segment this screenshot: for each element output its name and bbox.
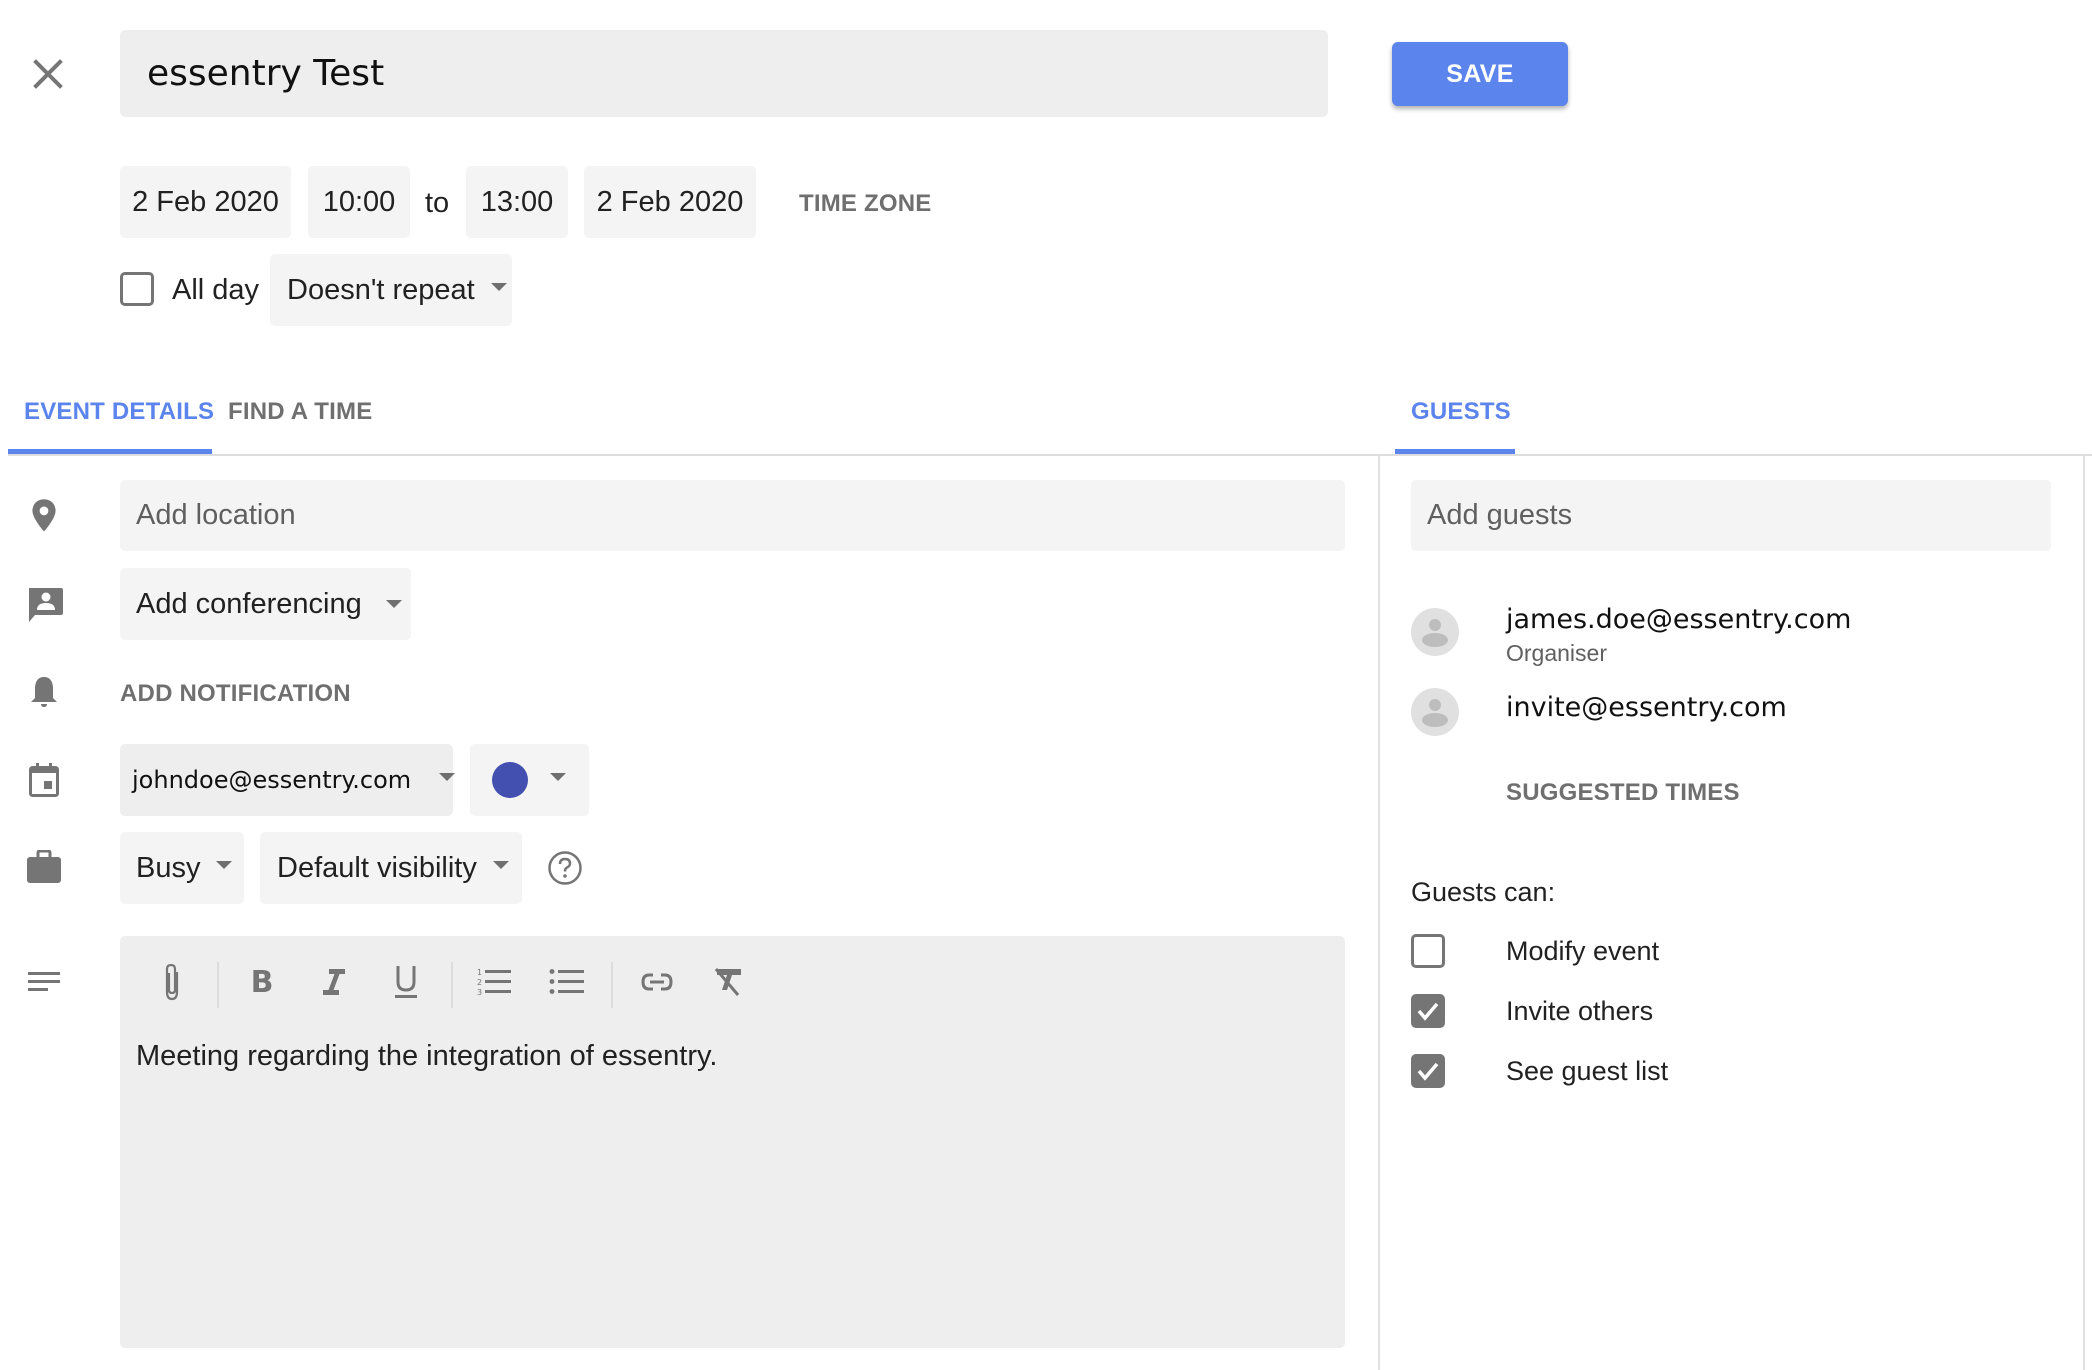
toolbar-separator: [611, 962, 613, 1008]
tab-find-a-time[interactable]: FIND A TIME: [228, 398, 372, 426]
invite-others-checkbox[interactable]: [1411, 994, 1445, 1028]
help-icon[interactable]: [547, 850, 583, 886]
chevron-down-icon: [550, 773, 566, 781]
bell-icon: [28, 674, 60, 710]
repeat-dropdown[interactable]: Doesn't repeat: [270, 254, 512, 326]
invite-others-label: Invite others: [1506, 996, 1654, 1026]
remove-formatting-icon[interactable]: [704, 958, 752, 1006]
availability-dropdown[interactable]: Busy: [120, 832, 244, 904]
start-time-value: 10:00: [322, 185, 396, 218]
repeat-value: Doesn't repeat: [287, 273, 475, 306]
chevron-down-icon: [216, 861, 233, 869]
modify-event-checkbox[interactable]: [1411, 934, 1445, 968]
add-notification-button[interactable]: ADD NOTIFICATION: [120, 680, 351, 708]
svg-text:2: 2: [477, 978, 482, 987]
visibility-value: Default visibility: [277, 851, 477, 884]
right-edge-border: [2083, 455, 2085, 1370]
location-placeholder: Add location: [136, 499, 296, 531]
tabs-divider: [8, 454, 2092, 456]
end-date-field[interactable]: 2 Feb 2020: [584, 166, 756, 238]
toolbar-separator: [217, 962, 219, 1008]
svg-text:1: 1: [477, 968, 482, 977]
event-color-swatch: [492, 762, 528, 798]
location-icon: [28, 498, 60, 534]
suggested-times-button[interactable]: SUGGESTED TIMES: [1506, 779, 1740, 807]
event-title-input[interactable]: essentry Test: [120, 30, 1328, 117]
end-date-value: 2 Feb 2020: [596, 185, 744, 218]
see-guest-list-checkbox[interactable]: [1411, 1054, 1445, 1088]
visibility-dropdown[interactable]: Default visibility: [260, 832, 522, 904]
avatar: [1411, 688, 1459, 736]
time-zone-button[interactable]: TIME ZONE: [799, 190, 931, 218]
guest-list-item[interactable]: james.doe@essentry.com Organiser: [1411, 600, 2051, 672]
toolbar-separator: [451, 962, 453, 1008]
calendar-dropdown[interactable]: johndoe@essentry.com: [120, 744, 456, 816]
event-title-value: essentry Test: [147, 53, 385, 94]
save-button-label: SAVE: [1446, 59, 1514, 88]
checkmark-icon: [1417, 1002, 1439, 1021]
description-text[interactable]: Meeting regarding the integration of ess…: [136, 1040, 717, 1073]
save-button[interactable]: SAVE: [1392, 42, 1568, 106]
location-input[interactable]: Add location: [120, 480, 1345, 551]
see-guest-list-label: See guest list: [1506, 1056, 1669, 1086]
calendar-icon: [28, 762, 60, 798]
guest-email: james.doe@essentry.com: [1506, 604, 1852, 635]
end-time-value: 13:00: [480, 185, 554, 218]
italic-icon[interactable]: [310, 958, 358, 1006]
tab-guests[interactable]: GUESTS: [1411, 398, 1511, 426]
to-label: to: [425, 187, 450, 219]
bulleted-list-icon[interactable]: [543, 958, 591, 1006]
checkmark-icon: [1417, 1062, 1439, 1081]
guest-list-item[interactable]: invite@essentry.com: [1411, 688, 2051, 744]
bold-icon[interactable]: B: [238, 958, 286, 1006]
add-guests-placeholder: Add guests: [1427, 499, 1573, 531]
svg-text:3: 3: [477, 988, 482, 997]
conferencing-label: Add conferencing: [136, 587, 362, 620]
chevron-down-icon: [490, 283, 507, 291]
column-divider: [1378, 455, 1380, 1370]
all-day-checkbox[interactable]: [120, 272, 154, 306]
guest-email: invite@essentry.com: [1506, 692, 1787, 723]
chevron-down-icon: [492, 861, 509, 869]
avatar: [1411, 608, 1459, 656]
availability-value: Busy: [136, 851, 201, 884]
chevron-down-icon: [439, 773, 456, 781]
guest-permissions-heading: Guests can:: [1411, 877, 1556, 907]
description-icon: [28, 970, 60, 994]
conferencing-icon: [26, 586, 64, 624]
tab-event-details[interactable]: EVENT DETAILS: [24, 398, 214, 426]
start-time-field[interactable]: 10:00: [308, 166, 410, 238]
briefcase-icon: [26, 850, 62, 884]
start-date-field[interactable]: 2 Feb 2020: [120, 166, 291, 238]
all-day-label: All day: [172, 274, 260, 306]
start-date-value: 2 Feb 2020: [132, 185, 279, 218]
event-color-dropdown[interactable]: [470, 744, 589, 816]
underline-icon[interactable]: [382, 958, 430, 1006]
guest-role: Organiser: [1506, 640, 1607, 666]
close-icon[interactable]: [30, 56, 66, 92]
attachment-icon[interactable]: [148, 958, 196, 1006]
link-icon[interactable]: [633, 958, 681, 1006]
conferencing-dropdown[interactable]: Add conferencing: [120, 568, 411, 640]
numbered-list-icon[interactable]: 123: [470, 958, 518, 1006]
add-guests-input[interactable]: Add guests: [1411, 480, 2051, 551]
calendar-value: johndoe@essentry.com: [132, 766, 412, 794]
end-time-field[interactable]: 13:00: [466, 166, 568, 238]
modify-event-label: Modify event: [1506, 936, 1660, 966]
chevron-down-icon: [385, 600, 402, 608]
